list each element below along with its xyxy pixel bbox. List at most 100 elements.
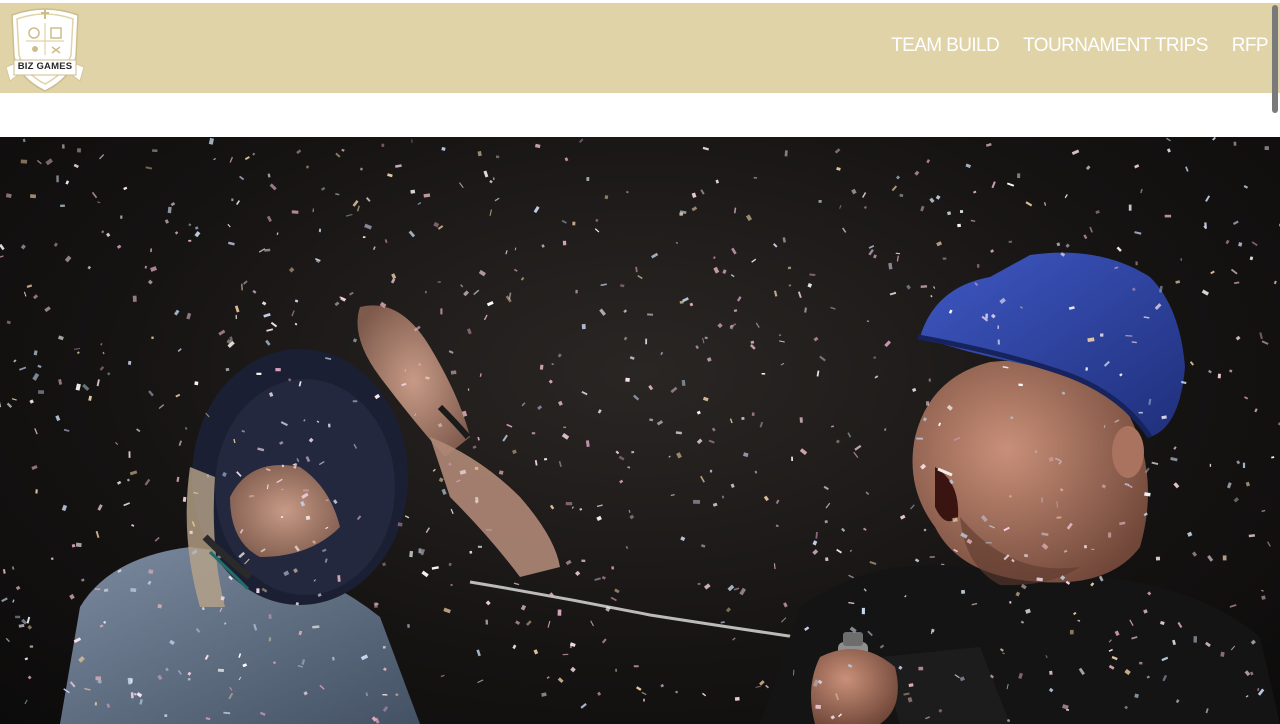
confetti-piece xyxy=(194,231,201,238)
confetti-piece xyxy=(145,166,153,170)
confetti-piece xyxy=(349,291,354,296)
confetti-piece xyxy=(825,502,831,509)
confetti-piece xyxy=(773,290,778,297)
confetti-piece xyxy=(60,204,65,207)
confetti-piece xyxy=(731,247,737,255)
header-spacer xyxy=(0,93,1280,137)
confetti-piece xyxy=(95,676,101,681)
confetti-piece xyxy=(476,649,481,657)
page-scrollbar[interactable] xyxy=(1272,5,1278,113)
confetti-piece xyxy=(739,587,746,596)
confetti-piece xyxy=(328,423,331,428)
confetti-piece xyxy=(736,296,742,302)
confetti-piece xyxy=(600,283,607,287)
confetti-piece xyxy=(440,308,443,315)
confetti-piece xyxy=(614,588,620,594)
confetti-piece xyxy=(1100,333,1104,337)
confetti-piece xyxy=(335,193,340,196)
confetti-piece xyxy=(81,578,85,582)
confetti-piece xyxy=(1083,545,1087,549)
confetti-piece xyxy=(1242,462,1246,469)
confetti-piece xyxy=(194,381,199,386)
confetti-piece xyxy=(799,417,803,423)
confetti-celebration-photo xyxy=(0,137,1280,724)
confetti-piece xyxy=(373,602,378,608)
confetti-piece xyxy=(1006,182,1015,187)
confetti-piece xyxy=(151,336,154,339)
hero-image xyxy=(0,137,1280,724)
confetti-piece xyxy=(11,398,17,401)
confetti-piece xyxy=(990,249,995,254)
confetti-piece xyxy=(675,242,678,244)
nav-tournament-trips[interactable]: TOURNAMENT TRIPS xyxy=(1023,35,1208,57)
nav-rfp[interactable]: RFP xyxy=(1232,35,1269,57)
confetti-piece xyxy=(733,309,738,313)
confetti-piece xyxy=(1261,340,1269,345)
confetti-piece xyxy=(839,204,842,209)
confetti-piece xyxy=(1229,604,1237,608)
confetti-piece xyxy=(549,504,555,510)
confetti-piece xyxy=(291,210,299,214)
confetti-piece xyxy=(804,307,807,313)
confetti-piece xyxy=(263,313,271,318)
confetti-piece xyxy=(382,694,388,696)
confetti-piece xyxy=(541,692,547,697)
confetti-piece xyxy=(152,149,158,153)
confetti-piece xyxy=(936,241,943,247)
confetti-piece xyxy=(22,138,26,143)
confetti-piece xyxy=(150,266,157,272)
confetti-piece xyxy=(581,559,586,563)
confetti-piece xyxy=(1065,243,1070,248)
confetti-piece xyxy=(869,561,877,565)
confetti-piece xyxy=(417,202,422,206)
confetti-piece xyxy=(1217,373,1221,379)
confetti-piece xyxy=(1128,204,1132,211)
confetti-piece xyxy=(809,273,816,277)
confetti-piece xyxy=(596,504,603,508)
confetti-piece xyxy=(533,649,539,655)
confetti-piece xyxy=(1235,335,1241,341)
confetti-piece xyxy=(423,193,431,198)
confetti-piece xyxy=(557,677,564,684)
confetti-piece xyxy=(364,223,372,230)
confetti-piece xyxy=(824,520,828,524)
confetti-piece xyxy=(534,143,541,149)
confetti-piece xyxy=(1139,661,1143,665)
confetti-piece xyxy=(604,195,609,200)
confetti-piece xyxy=(700,544,706,548)
confetti-piece xyxy=(407,624,410,628)
confetti-piece xyxy=(1151,461,1159,466)
nav-team-build[interactable]: TEAM BUILD xyxy=(891,35,1000,57)
confetti-piece xyxy=(175,393,181,398)
confetti-piece xyxy=(1083,234,1088,240)
confetti-piece xyxy=(441,488,447,495)
confetti-piece xyxy=(899,514,906,520)
confetti-piece xyxy=(1226,482,1232,489)
confetti-piece xyxy=(873,254,877,259)
confetti-piece xyxy=(581,323,586,330)
confetti-piece xyxy=(282,464,284,468)
confetti-piece xyxy=(266,215,272,222)
confetti-piece xyxy=(2,569,6,574)
confetti-piece xyxy=(437,281,441,283)
confetti-piece xyxy=(148,390,154,397)
confetti-piece xyxy=(713,266,720,274)
confetti-piece xyxy=(61,144,65,149)
confetti-piece xyxy=(906,284,911,290)
confetti-piece xyxy=(1134,231,1142,235)
confetti-piece xyxy=(1164,214,1172,218)
confetti-piece xyxy=(1232,220,1239,225)
confetti-piece xyxy=(753,177,758,179)
biz-games-logo[interactable]: BIZ GAMES xyxy=(4,5,86,93)
confetti-piece xyxy=(985,313,989,319)
confetti-piece xyxy=(381,143,385,147)
confetti-piece xyxy=(562,653,569,656)
confetti-piece xyxy=(651,252,659,259)
confetti-piece xyxy=(819,355,826,362)
confetti-piece xyxy=(514,247,517,251)
confetti-piece xyxy=(597,691,602,696)
confetti-piece xyxy=(132,295,137,302)
confetti-piece xyxy=(788,283,792,287)
confetti-piece xyxy=(1008,240,1013,243)
confetti-piece xyxy=(947,211,952,216)
